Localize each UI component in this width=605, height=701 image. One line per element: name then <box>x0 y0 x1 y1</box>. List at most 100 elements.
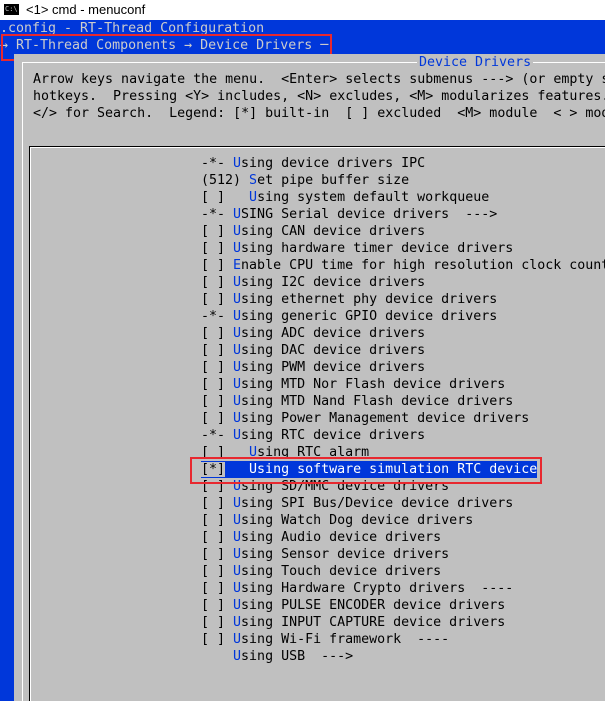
menu-item-label: sing MTD Nor Flash device drivers <box>241 377 506 392</box>
menu-item[interactable]: [ ] Using system default workqueue <box>201 189 489 206</box>
menu-item-state: [ ] <box>201 377 234 392</box>
menu-item[interactable]: [ ] Using MTD Nor Flash device drivers <box>201 376 505 393</box>
menu-item[interactable]: -*- Using device drivers IPC <box>201 155 425 172</box>
menu-item-state: -*- <box>201 309 234 324</box>
menu-item[interactable]: Using USB ---> <box>201 648 353 665</box>
menu-item-state: [ ] <box>201 564 234 579</box>
window-title: <1> cmd - menuconf <box>26 2 146 17</box>
menu-item-state: [*] <box>201 462 226 477</box>
menu-item-selected[interactable]: [*] Using software simulation RTC device <box>201 461 538 478</box>
menu-item-hotkey: U <box>233 224 242 239</box>
menu-item[interactable]: [ ] Using PWM device drivers <box>201 359 425 376</box>
menu-item-label: sing SPI Bus/Device device drivers <box>241 496 514 511</box>
menu-item[interactable]: [ ] Using Wi-Fi framework ---- <box>201 631 449 648</box>
menu-item[interactable]: [ ] Using INPUT CAPTURE device drivers <box>201 614 505 631</box>
window-titlebar: C:\ <1> cmd - menuconf <box>0 0 605 20</box>
config-title: .config - RT-Thread Configuration <box>0 21 265 36</box>
dialog-border <box>22 62 23 701</box>
menu-item-state: -*- <box>201 156 234 171</box>
menu-item-state: [ ] <box>201 343 234 358</box>
menu-item[interactable]: [ ] Using SPI Bus/Device device drivers <box>201 495 513 512</box>
menu-item-hotkey: U <box>233 156 242 171</box>
menu-item-state: [ ] <box>201 394 234 409</box>
menu-item[interactable]: -*- Using generic GPIO device drivers <box>201 308 497 325</box>
menu-item-label: sing I2C device drivers <box>241 275 426 290</box>
help-text-line: </> for Search. Legend: [*] built-in [ ]… <box>33 106 605 121</box>
menu-item[interactable]: [ ] Using Watch Dog device drivers <box>201 512 473 529</box>
menu-item-label: sing Watch Dog device drivers <box>241 513 474 528</box>
menu-item[interactable]: [ ] Using hardware timer device drivers <box>201 240 513 257</box>
help-text-line: hotkeys. Pressing <Y> includes, <N> excl… <box>33 89 605 104</box>
menu-item-label: sing MTD Nand Flash device drivers <box>241 394 514 409</box>
menu-item-label: sing Touch device drivers <box>241 564 442 579</box>
menu-item[interactable]: [ ] Using I2C device drivers <box>201 274 425 291</box>
menu-item-hotkey: U <box>249 445 258 460</box>
menu-item-label: sing PULSE ENCODER device drivers <box>241 598 506 613</box>
menu-item-state: [ ] <box>201 496 234 511</box>
menu-item-hotkey: U <box>233 547 242 562</box>
menu-item-hotkey: U <box>233 377 242 392</box>
menu-item-state: [ ] <box>201 632 234 647</box>
menu-item[interactable]: [ ] Using CAN device drivers <box>201 223 425 240</box>
menu-item-label: sing Audio device drivers <box>241 530 442 545</box>
menu-item-state: (512) <box>201 173 250 188</box>
menu-item[interactable]: [ ] Using SD/MMC device drivers <box>201 478 449 495</box>
menu-item-hotkey: U <box>233 394 242 409</box>
menu-item-state: [ ] <box>201 190 250 205</box>
menu-item-state: [ ] <box>201 360 234 375</box>
menu-item-label: Using software simulation RTC device <box>225 462 538 477</box>
menu-item-hotkey: S <box>249 173 258 188</box>
menu-item[interactable]: [ ] Enable CPU time for high resolution … <box>201 257 605 274</box>
menu-item[interactable]: [ ] Using ethernet phy device drivers <box>201 291 497 308</box>
menu-item-hotkey: U <box>233 275 242 290</box>
menu-item-state: [ ] <box>201 581 234 596</box>
menu-item-label: sing RTC alarm <box>257 445 370 460</box>
menu-item[interactable]: (512) Set pipe buffer size <box>201 172 409 189</box>
menu-item[interactable]: [ ] Using Power Management device driver… <box>201 410 529 427</box>
menu-item-hotkey: U <box>233 360 242 375</box>
menu-item-state: [ ] <box>201 326 234 341</box>
menu-item-state: [ ] <box>201 530 234 545</box>
menu-item-hotkey: U <box>233 207 242 222</box>
menu-item-hotkey: U <box>233 326 242 341</box>
menu-item-hotkey: U <box>233 428 242 443</box>
menu-item[interactable]: [ ] Using Audio device drivers <box>201 529 441 546</box>
menu-item-state: [ ] <box>201 275 234 290</box>
menu-item-state: -*- <box>201 428 234 443</box>
cmd-icon: C:\ <box>4 4 19 15</box>
menu-item-label: sing ethernet phy device drivers <box>241 292 498 307</box>
breadcrumb: → RT-Thread Components → Device Drivers … <box>0 38 329 53</box>
menu-item[interactable]: [ ] Using Hardware Crypto drivers ---- <box>201 580 513 597</box>
menu-item[interactable]: [ ] Using RTC alarm <box>201 444 369 461</box>
menu-item-label: sing Wi-Fi framework ---- <box>241 632 450 647</box>
menu-item-state: [ ] <box>201 445 250 460</box>
menu-item[interactable]: -*- Using RTC device drivers <box>201 427 425 444</box>
menu-item-hotkey: U <box>233 598 242 613</box>
menu-item-label: nable CPU time for high resolution clock… <box>241 258 605 273</box>
menu-item-label: sing hardware timer device drivers <box>241 241 514 256</box>
menu-item[interactable]: [ ] Using DAC device drivers <box>201 342 425 359</box>
menu-item-state <box>201 649 233 664</box>
dialog-title: Device Drivers <box>417 54 534 71</box>
menu-item-label: sing generic GPIO device drivers <box>241 309 498 324</box>
menu-item[interactable]: [ ] Using ADC device drivers <box>201 325 425 342</box>
menu-item-label: sing USB ---> <box>241 649 354 664</box>
menu-item[interactable]: -*- USING Serial device drivers ---> <box>201 206 497 223</box>
menu-item-label: et pipe buffer size <box>257 173 410 188</box>
menu-item[interactable]: [ ] Using PULSE ENCODER device drivers <box>201 597 505 614</box>
menu-item-hotkey: U <box>233 564 242 579</box>
menu-item-label: sing DAC device drivers <box>241 343 426 358</box>
menu-item-label: sing PWM device drivers <box>241 360 426 375</box>
menu-item[interactable]: [ ] Using Sensor device drivers <box>201 546 449 563</box>
menu-item-hotkey: U <box>233 241 242 256</box>
menu-item[interactable]: [ ] Using MTD Nand Flash device drivers <box>201 393 513 410</box>
menu-item-state: [ ] <box>201 547 234 562</box>
menu-item-state: [ ] <box>201 479 234 494</box>
menu-item-hotkey: U <box>233 530 242 545</box>
menu-item-state: [ ] <box>201 598 234 613</box>
menu-item-label: sing Power Management device drivers <box>241 411 530 426</box>
menu-item[interactable]: [ ] Using Touch device drivers <box>201 563 441 580</box>
menu-item-state: [ ] <box>201 615 234 630</box>
menu-item-hotkey: U <box>233 581 242 596</box>
menu-item-hotkey: E <box>233 258 242 273</box>
